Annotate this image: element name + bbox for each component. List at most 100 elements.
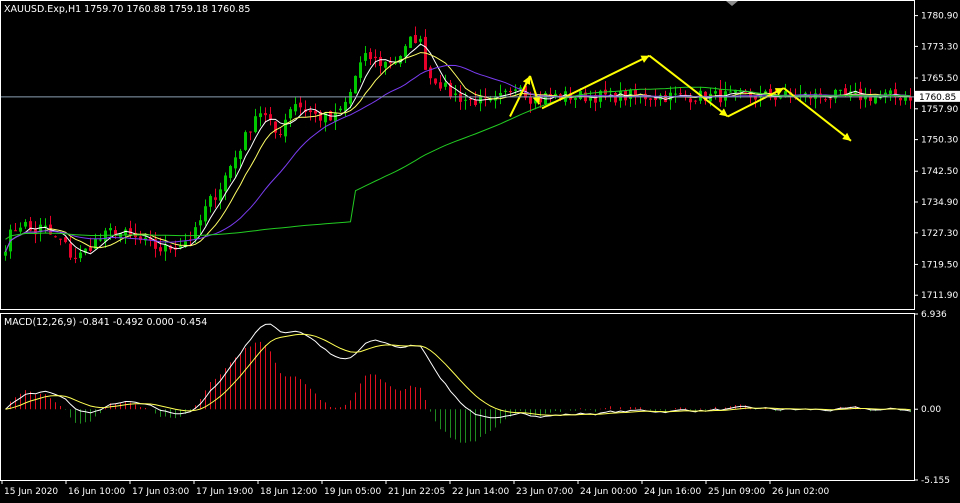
macd-pane-frame <box>0 313 915 481</box>
candle-body <box>229 166 232 178</box>
candle-body <box>284 119 287 137</box>
candle-body <box>69 243 72 258</box>
candle-body <box>64 237 67 243</box>
chart-window[interactable]: 1780.90 1773.30 1765.50 1757.90 1750.30 1742.… <box>0 0 960 499</box>
candle-body <box>159 247 162 252</box>
time-tick-label: 23 Jun 07:00 <box>516 487 573 497</box>
price-tick-label: 1757.90 <box>921 105 958 115</box>
candle-body <box>334 112 337 122</box>
time-tick-label: 22 Jun 14:00 <box>452 487 509 497</box>
candle-body <box>634 89 637 96</box>
time-tick-label: 21 Jun 22:05 <box>388 487 445 497</box>
current-price-label: 1760.85 <box>915 90 960 103</box>
candle-body <box>499 92 502 96</box>
candle-body <box>714 91 717 94</box>
candle-body <box>364 53 367 61</box>
candle-body <box>264 113 267 116</box>
candle-body <box>214 197 217 200</box>
scroll-shift-marker[interactable] <box>726 1 738 6</box>
price-tick-label: 1773.30 <box>921 42 958 52</box>
time-tick-label: 26 Jun 02:00 <box>772 487 829 497</box>
candle-body <box>514 89 517 91</box>
candle-body <box>374 56 377 59</box>
candle-body <box>204 206 207 222</box>
candle-body <box>379 57 382 67</box>
time-tick-label: 24 Jun 16:00 <box>644 487 701 497</box>
candlestick-series <box>4 26 912 264</box>
candle-body <box>59 238 62 240</box>
ma_fast-line <box>5 43 911 255</box>
forecast-segment <box>648 54 729 118</box>
time-tick-label: 24 Jun 00:00 <box>580 487 637 497</box>
candle-body <box>694 100 697 102</box>
price-tick-label: 1742.50 <box>921 167 958 177</box>
candle-body <box>239 150 242 159</box>
candle-body <box>164 244 167 252</box>
candle-body <box>249 131 252 133</box>
candle-body <box>414 34 417 44</box>
ma_mid-line <box>5 52 911 252</box>
candle-body <box>99 239 102 241</box>
chart-title: XAUUSD.Exp,H1 1759.70 1760.88 1759.18 17… <box>4 4 250 15</box>
candle-body <box>19 227 22 232</box>
candle-body <box>219 189 222 201</box>
candle-body <box>289 109 292 119</box>
time-tick-label: 25 Jun 09:00 <box>708 487 765 497</box>
candle-body <box>464 99 467 101</box>
time-axis: 15 Jun 2020 16 Jun 10:00 17 Jun 03:00 17 Ju… <box>1 480 829 497</box>
candle-body <box>729 91 732 93</box>
candle-body <box>279 134 282 136</box>
candle-body <box>439 82 442 89</box>
candle-body <box>4 251 7 256</box>
candle-body <box>104 230 107 242</box>
price-pane-frame <box>0 0 915 310</box>
candle-body <box>889 90 892 94</box>
candle-body <box>179 245 182 248</box>
candle-body <box>674 93 677 95</box>
macd-tick-label: 6.936 <box>921 310 947 320</box>
candle-body <box>209 196 212 207</box>
price-tick-label: 1727.30 <box>921 229 958 239</box>
candle-body <box>404 46 407 57</box>
candle-body <box>339 108 342 111</box>
candle-body <box>234 157 237 169</box>
candle-body <box>504 90 507 92</box>
candle-body <box>459 93 462 102</box>
candle-body <box>779 97 782 99</box>
candle-body <box>74 257 77 259</box>
candle-body <box>614 93 617 103</box>
candle-body <box>24 221 27 227</box>
candle-body <box>444 82 447 87</box>
candle-body <box>354 75 357 94</box>
current-price-text: 1760.85 <box>919 93 956 103</box>
macd-tick-label: 0.00 <box>921 405 941 415</box>
candle-body <box>109 228 112 231</box>
candle-body <box>904 96 907 101</box>
price-tick-label: 1734.90 <box>921 198 958 208</box>
candle-body <box>309 110 312 113</box>
macd-histogram <box>10 341 911 443</box>
macd-lines <box>5 323 911 419</box>
candle-body <box>79 252 82 259</box>
candle-body <box>344 101 347 111</box>
candle-body <box>349 91 352 104</box>
candle-body <box>454 93 457 95</box>
price-tick-label: 1711.90 <box>921 291 958 301</box>
candle-body <box>269 114 272 120</box>
ma_long-line <box>5 86 911 240</box>
candle-body <box>574 97 577 100</box>
price-axis: 1780.90 1773.30 1765.50 1757.90 1750.30 1742.… <box>914 12 958 301</box>
time-tick-label: 15 Jun 2020 <box>4 487 58 497</box>
macd-title: MACD(12,26,9) -0.841 -0.492 0.000 -0.454 <box>4 317 207 328</box>
time-tick-label: 17 Jun 03:00 <box>132 487 189 497</box>
signal-line <box>5 333 911 416</box>
candle-body <box>839 89 842 91</box>
chart-svg[interactable]: 1780.90 1773.30 1765.50 1757.90 1750.30 1742.… <box>0 0 960 499</box>
macd-tick-label: -5.155 <box>921 476 950 486</box>
candle-body <box>199 220 202 226</box>
candle-body <box>384 61 387 68</box>
candle-body <box>649 98 652 100</box>
candle-body <box>529 97 532 104</box>
candle-body <box>409 36 412 48</box>
candle-body <box>434 78 437 84</box>
